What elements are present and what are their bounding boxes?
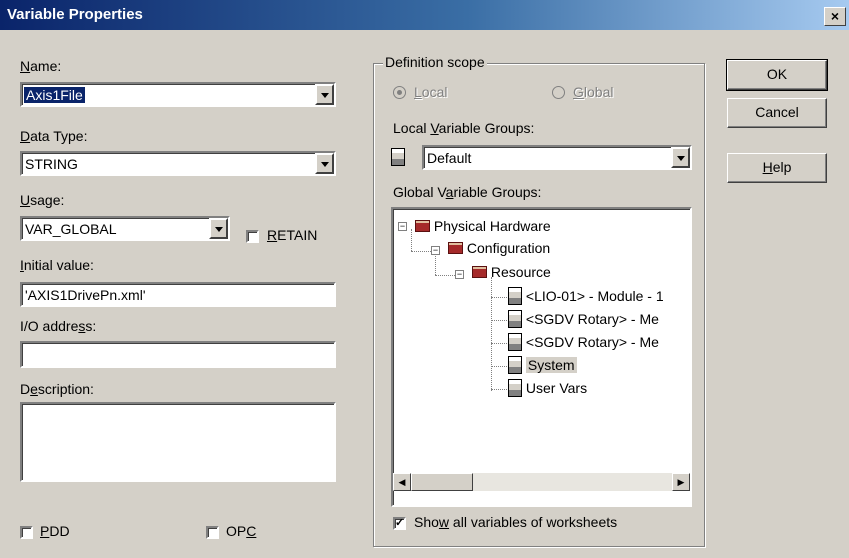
tree-item-physical-hardware[interactable]: Physical Hardware	[415, 218, 551, 234]
definition-scope-legend: Definition scope	[383, 54, 487, 70]
initial-value-label: Initial value:	[20, 257, 94, 273]
cancel-button[interactable]: Cancel	[727, 98, 827, 128]
folder-icon	[448, 242, 463, 254]
tree-item-label: System	[525, 357, 577, 373]
opc-label[interactable]: OPC	[226, 523, 256, 539]
name-combo[interactable]: Axis1File	[20, 82, 336, 107]
pdd-checkbox[interactable]	[20, 526, 33, 539]
tree-item-sgdv-rotary-2[interactable]: <SGDV Rotary> - Me	[508, 333, 659, 351]
local-groups-value: Default	[427, 150, 472, 166]
usage-combo[interactable]: VAR_GLOBAL	[20, 216, 230, 241]
description-label: Description:	[20, 381, 94, 397]
tree-item-label: <LIO-01> - Module - 1	[525, 288, 664, 304]
scroll-right-icon[interactable]: ▶	[672, 473, 690, 491]
cabinet-icon	[508, 333, 522, 351]
name-value[interactable]: Axis1File	[24, 87, 85, 103]
initial-value-text: 'AXIS1DrivePn.xml'	[25, 287, 146, 303]
close-button[interactable]: ×	[824, 7, 846, 26]
usage-dropdown-arrow-icon[interactable]	[209, 218, 228, 239]
tree-item-resource[interactable]: Resource	[472, 264, 551, 280]
global-groups-label: Global Variable Groups:	[393, 184, 542, 200]
io-address-label: I/O address:	[20, 318, 97, 334]
datatype-combo[interactable]: STRING	[20, 151, 336, 176]
initial-value-input[interactable]: 'AXIS1DrivePn.xml'	[20, 282, 336, 307]
retain-label-text: ETAIN	[277, 227, 318, 243]
io-address-input[interactable]	[20, 341, 336, 368]
show-all-checkbox[interactable]: ✓	[393, 517, 406, 530]
tree-item-configuration[interactable]: Configuration	[448, 240, 550, 256]
tree-item-label: Physical Hardware	[433, 218, 551, 234]
tree-item-sgdv-rotary-1[interactable]: <SGDV Rotary> - Me	[508, 310, 659, 328]
pdd-label[interactable]: PDD	[40, 523, 70, 539]
show-all-label[interactable]: Show all variables of worksheets	[414, 514, 617, 530]
local-groups-combo[interactable]: Default	[422, 145, 692, 170]
local-label[interactable]: Local	[414, 84, 447, 100]
global-label[interactable]: Global	[573, 84, 613, 100]
retain-checkbox[interactable]	[246, 230, 259, 243]
scroll-left-icon[interactable]: ◀	[393, 473, 411, 491]
window-title: Variable Properties	[7, 6, 143, 23]
local-radio[interactable]	[393, 86, 406, 99]
cabinet-icon	[508, 287, 522, 305]
usage-label: Usage:	[20, 192, 65, 208]
tree-item-label: Configuration	[466, 240, 551, 256]
local-groups-dropdown-arrow-icon[interactable]	[671, 147, 690, 168]
description-textarea[interactable]	[20, 402, 336, 482]
tree-item-user-vars[interactable]: User Vars	[508, 379, 587, 397]
global-groups-tree[interactable]: − Physical Hardware − Configuration − Re…	[391, 207, 692, 507]
usage-value: VAR_GLOBAL	[25, 221, 117, 237]
help-button[interactable]: Help	[727, 153, 827, 183]
retain-label[interactable]: RETAIN	[267, 227, 317, 243]
tree-item-label: <SGDV Rotary> - Me	[525, 334, 659, 350]
cabinet-icon	[508, 379, 522, 397]
datatype-dropdown-arrow-icon[interactable]	[315, 153, 334, 174]
name-label: Name:	[20, 58, 62, 74]
collapse-icon[interactable]: −	[398, 222, 407, 231]
cabinet-icon	[508, 310, 522, 328]
opc-checkbox[interactable]	[206, 526, 219, 539]
global-radio[interactable]	[552, 86, 565, 99]
name-dropdown-arrow-icon[interactable]	[315, 84, 334, 105]
collapse-icon[interactable]: −	[455, 270, 464, 279]
folder-icon	[415, 220, 430, 232]
ok-button[interactable]: OK	[726, 59, 828, 91]
tree-item-label: Resource	[490, 264, 551, 280]
cabinet-icon	[508, 356, 522, 374]
tree-item-label: User Vars	[525, 380, 588, 396]
local-groups-label: Local Variable Groups:	[393, 120, 535, 136]
datatype-label: Data Type:	[20, 128, 88, 144]
folder-icon	[472, 266, 487, 278]
collapse-icon[interactable]: −	[431, 246, 440, 255]
tree-item-label: <SGDV Rotary> - Me	[525, 311, 659, 327]
scrollbar-thumb[interactable]	[411, 473, 473, 491]
tree-item-system[interactable]: System	[508, 356, 577, 374]
datatype-value: STRING	[25, 156, 78, 172]
tree-item-lio01[interactable]: <LIO-01> - Module - 1	[508, 287, 664, 305]
horizontal-scrollbar[interactable]: ◀ ▶	[393, 473, 690, 491]
local-group-cabinet-icon	[391, 148, 405, 166]
